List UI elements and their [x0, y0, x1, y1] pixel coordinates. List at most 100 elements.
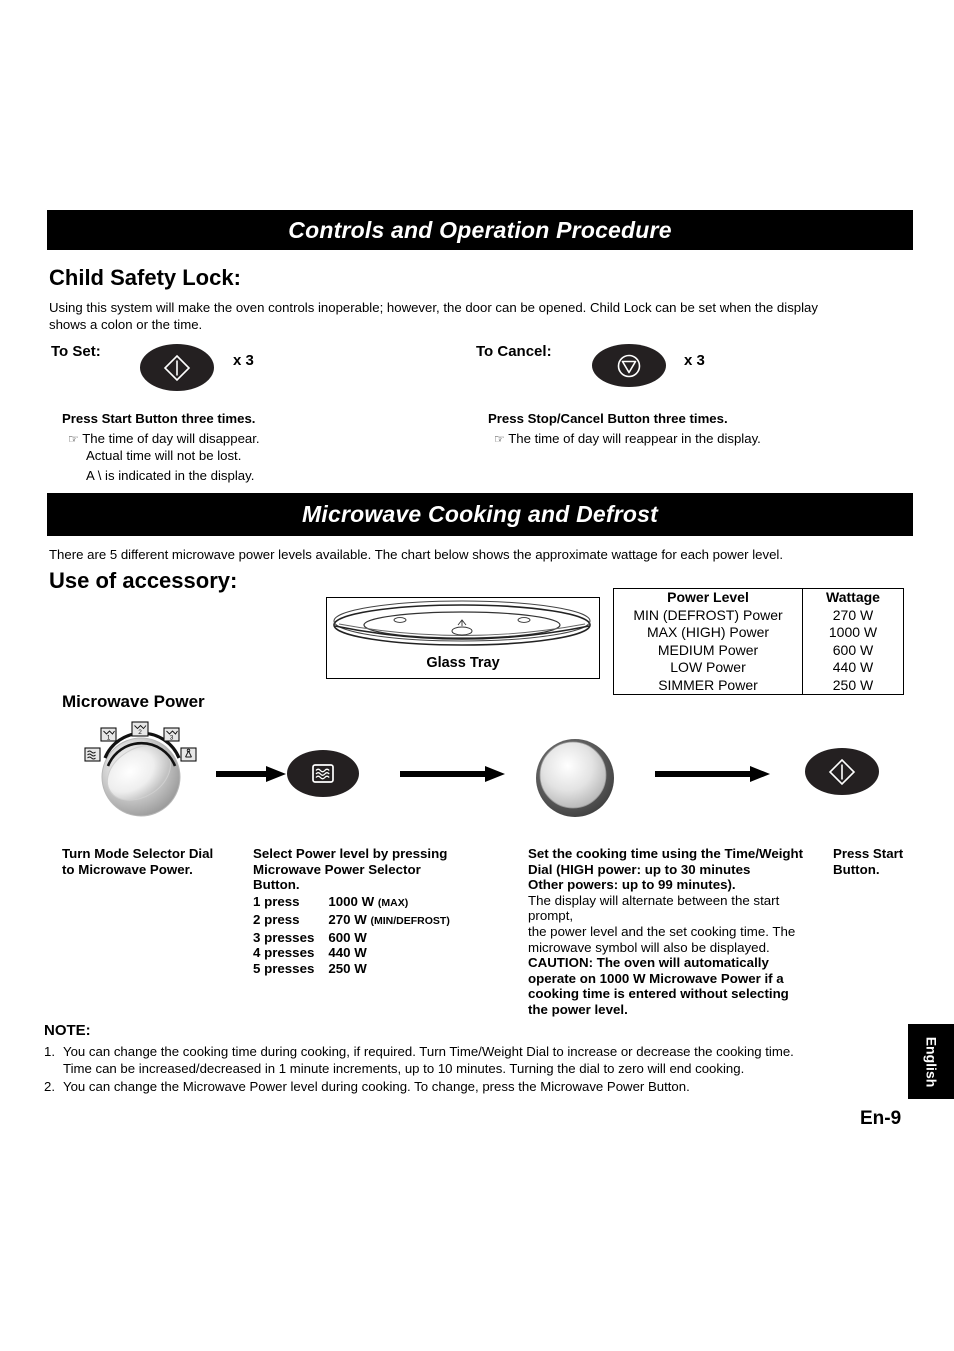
svg-text:1: 1: [107, 735, 111, 742]
to-set-instruction: Press Start Button three times.: [62, 411, 256, 426]
press-row: 1 press 1000 W (MAX): [253, 894, 450, 912]
svg-text:2: 2: [138, 729, 142, 736]
pointer-hand-icon: ☞: [494, 432, 505, 446]
time-weight-dial-drawing: [536, 739, 614, 817]
press-value: 250 W: [314, 961, 449, 977]
note-title: NOTE:: [44, 1022, 91, 1039]
mode-selector-dial[interactable]: 1 2 3: [75, 714, 215, 819]
stop-cancel-button[interactable]: [592, 344, 666, 387]
step-1-line-1: Turn Mode Selector Dial: [62, 846, 214, 861]
to-set-multiplier: x 3: [233, 352, 254, 369]
cell-power-level: MIN (DEFROST) Power: [613, 606, 803, 624]
step-3-plain-3: microwave symbol will also be displayed.: [528, 939, 770, 955]
step-3-caution-3: cooking time is entered without selectin…: [528, 986, 789, 1002]
note-item-1-line-2: Time can be increased/decreased in 1 min…: [63, 1061, 745, 1076]
language-tab-text: English: [923, 1036, 939, 1087]
cell-wattage: 600 W: [832, 641, 874, 658]
stop-cancel-icon: [617, 354, 641, 377]
step-3-caution-4: the power level.: [528, 1001, 628, 1017]
manual-page: Controls and Operation Procedure Child S…: [0, 0, 954, 1351]
section-header-controls: Controls and Operation Procedure: [47, 210, 913, 250]
to-set-bullet-0: ☞ The time of day will disappear.: [68, 430, 260, 448]
press-value-text: 1000 W: [328, 894, 375, 909]
press-row: 5 presses 250 W: [253, 961, 450, 977]
step-2-text: Select Power level by pressing Microwave…: [253, 846, 503, 893]
press-value: 600 W: [314, 930, 449, 946]
table-row: LOW Power 440 W: [613, 659, 904, 677]
microwave-power-selector-button[interactable]: [287, 750, 359, 797]
to-set-bullet-0-text: The time of day will disappear.: [82, 431, 260, 446]
flow-arrow-2: [400, 766, 505, 782]
start-diamond-icon: [163, 354, 191, 381]
start-button-flow[interactable]: [805, 748, 879, 795]
step-3-bold-1: Set the cooking time using the Time/Weig…: [528, 846, 804, 861]
glass-tray-caption: Glass Tray: [426, 655, 500, 671]
table-row: SIMMER Power 250 W: [613, 676, 904, 695]
press-count: 2 press: [253, 911, 300, 927]
col-header-power-level: Power Level: [613, 588, 803, 607]
note-item-2-line-1: You can change the Microwave Power level…: [63, 1079, 690, 1094]
step-3-plain-1: The display will alternate between the s…: [528, 892, 780, 924]
table-header-row: Power Level Wattage: [613, 588, 904, 607]
cell-wattage: 440 W: [832, 659, 874, 675]
microwave-power-title: Microwave Power: [62, 692, 205, 711]
press-row: 4 presses 440 W: [253, 945, 450, 961]
flow-arrow-1: [216, 766, 286, 782]
table-row: MAX (HIGH) Power 1000 W: [613, 624, 904, 642]
to-cancel-bullet-0-text: The time of day will reappear in the dis…: [508, 431, 761, 446]
section-header-microwave: Microwave Cooking and Defrost: [47, 493, 913, 536]
pointer-hand-icon: ☞: [68, 432, 79, 446]
step-2-line-3: Button.: [253, 877, 300, 893]
dial-icon-grill-2: 2: [131, 721, 149, 737]
cell-power-level: MAX (HIGH) Power: [613, 624, 803, 642]
step-4-line-2: Button.: [833, 861, 880, 877]
press-count: 3 presses: [253, 929, 315, 945]
cell-wattage: 250 W: [832, 676, 874, 693]
page-number: En-9: [860, 1108, 902, 1129]
start-diamond-icon: [828, 758, 856, 785]
microwave-intro: There are 5 different microwave power le…: [49, 547, 783, 562]
language-tab: English: [908, 1024, 954, 1099]
press-value-text: 250 W: [328, 961, 367, 977]
press-value: 1000 W (MAX): [314, 894, 449, 912]
step-2-line-2: Microwave Power Selector: [253, 861, 421, 877]
dial-icon-grill-1: 1: [100, 727, 117, 742]
cell-power-level: LOW Power: [613, 659, 803, 677]
press-value: 440 W: [314, 945, 449, 961]
note-item-1-line-1: You can change the cooking time during c…: [63, 1044, 794, 1059]
flow-arrow-3: [655, 766, 770, 782]
press-count: 5 presses: [253, 961, 315, 977]
cell-power-level: SIMMER Power: [613, 676, 803, 695]
step-1-text: Turn Mode Selector Dial to Microwave Pow…: [62, 846, 252, 877]
press-count-table: 1 press 1000 W (MAX) 2 press 270 W (MIN/…: [253, 894, 450, 977]
step-4-text: Press Start Button.: [833, 846, 943, 877]
section-header-controls-text: Controls and Operation Procedure: [288, 216, 672, 243]
press-row: 3 presses 600 W: [253, 930, 450, 946]
step-3-bold-3: Other powers: up to 99 minutes).: [528, 877, 736, 893]
dial-icon-grill-3: 3: [163, 727, 180, 742]
start-button[interactable]: [140, 344, 214, 391]
svg-text:3: 3: [170, 735, 174, 742]
step-4-line-1: Press Start: [833, 846, 904, 861]
microwave-waves-icon: [312, 764, 334, 783]
press-row: 2 press 270 W (MIN/DEFROST): [253, 912, 450, 930]
cell-wattage: 1000 W: [828, 624, 878, 640]
table-row: MEDIUM Power 600 W: [613, 641, 904, 659]
table-row: MIN (DEFROST) Power 270 W: [613, 606, 904, 624]
mode-dial-drawing: 1 2 3: [84, 721, 197, 817]
press-value-text: 600 W: [328, 929, 367, 945]
section-header-microwave-text: Microwave Cooking and Defrost: [302, 501, 658, 527]
step-3-caution-1: CAUTION: The oven will automatically: [528, 955, 769, 971]
to-cancel-label: To Cancel:: [476, 343, 552, 360]
press-count: 1 press: [253, 894, 300, 909]
step-3-text: Set the cooking time using the Time/Weig…: [528, 846, 828, 1018]
child-safety-intro-line2: shows a colon or the time.: [49, 317, 203, 332]
child-safety-lock-title: Child Safety Lock:: [49, 265, 241, 290]
step-3-plain-2: the power level and the set cooking time…: [528, 923, 796, 939]
note-item-2-number: 2.: [44, 1079, 55, 1094]
to-set-label: To Set:: [51, 343, 101, 360]
to-cancel-instruction: Press Stop/Cancel Button three times.: [488, 411, 728, 426]
press-value-suffix: (MIN/DEFROST): [370, 914, 450, 927]
child-safety-intro-line1: Using this system will make the oven con…: [49, 300, 818, 315]
time-weight-dial[interactable]: [534, 737, 616, 819]
